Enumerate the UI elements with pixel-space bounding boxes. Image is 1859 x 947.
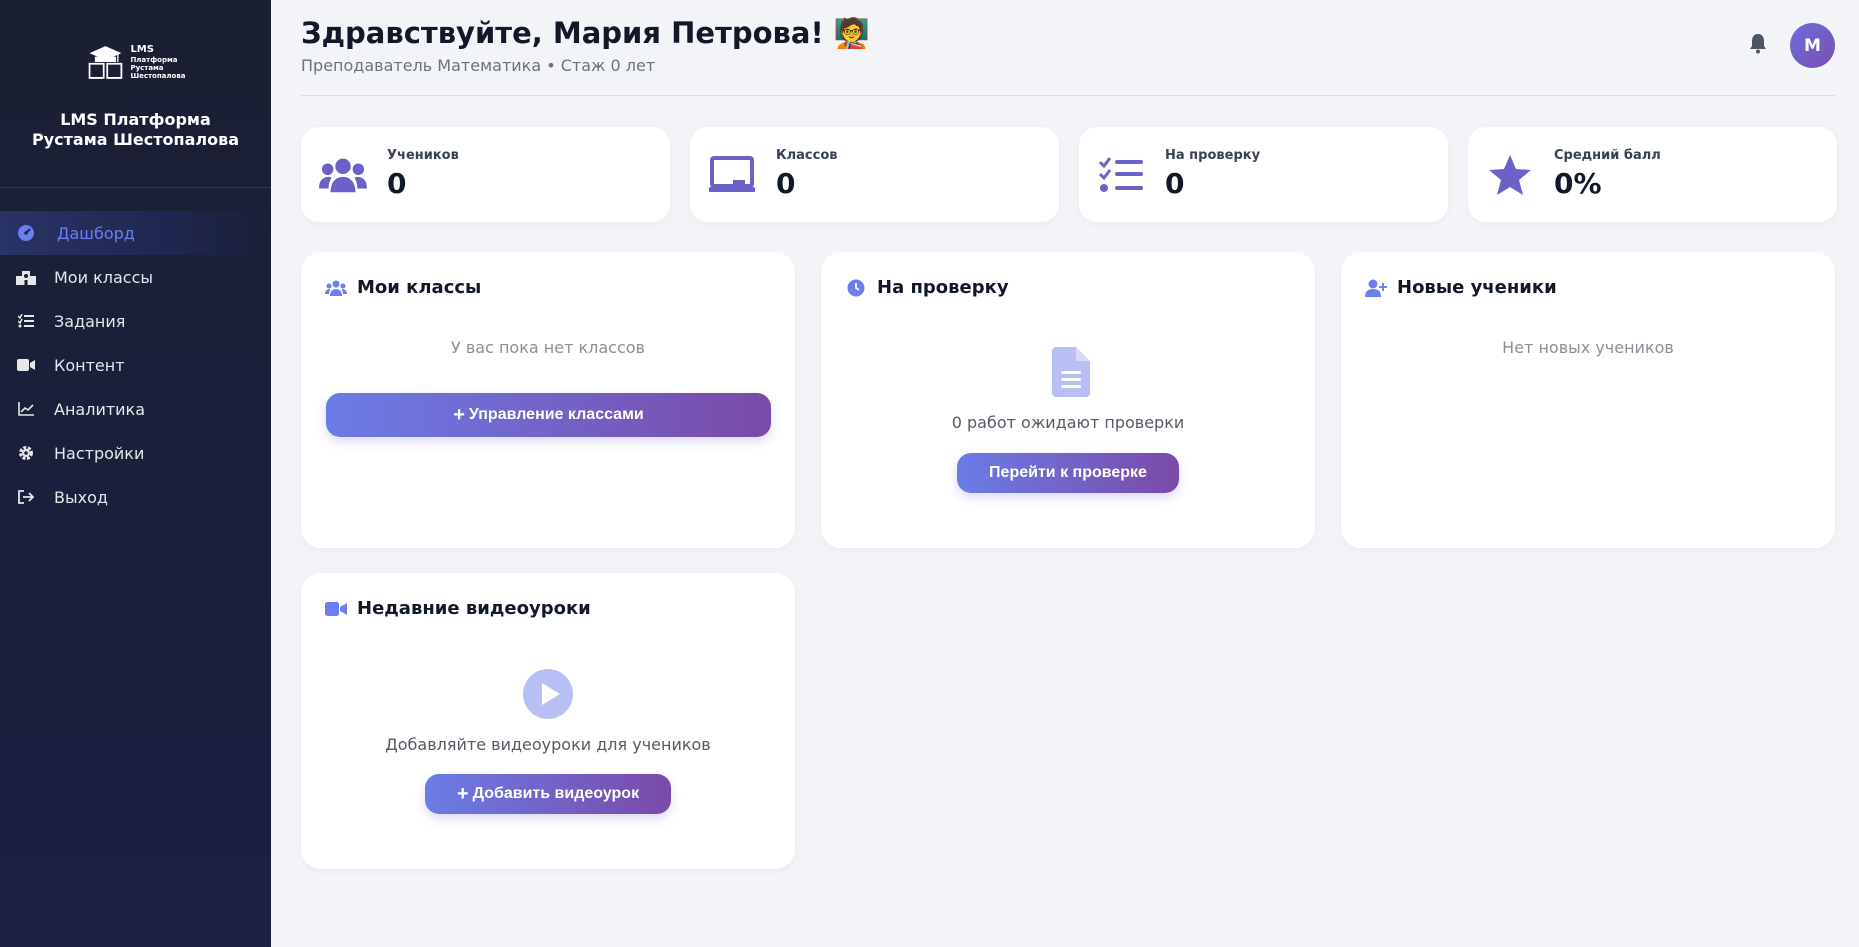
sidebar-item-label: Аналитика <box>54 399 146 419</box>
manage-classes-button[interactable]: + Управление классами <box>326 393 771 437</box>
stat-card-average: Средний балл 0% <box>1468 127 1837 222</box>
users-icon <box>319 154 367 196</box>
video-icon <box>325 599 347 619</box>
stat-card-students: Учеников 0 <box>301 127 670 222</box>
add-video-button[interactable]: + Добавить видеоурок <box>425 774 671 814</box>
stat-value: 0 <box>387 167 407 200</box>
document-icon <box>1052 347 1090 401</box>
bell-icon[interactable] <box>1747 32 1769 54</box>
sidebar-item-logout[interactable]: Выход <box>0 475 271 519</box>
gear-icon <box>16 444 36 462</box>
go-to-review-button[interactable]: Перейти к проверке <box>957 453 1179 493</box>
chalkboard-icon <box>708 154 756 196</box>
users-icon <box>325 278 347 298</box>
recent-videos-card: Недавние видеоуроки Добавляйте видеоурок… <box>301 573 795 869</box>
stat-card-review: На проверку 0 <box>1079 127 1448 222</box>
avatar[interactable]: М <box>1790 23 1835 68</box>
sidebar-item-label: Настройки <box>54 443 145 463</box>
card-title: Недавние видеоуроки <box>325 598 591 619</box>
sidebar: LMS Платформа Рустама Шестопалова LMS Пл… <box>0 0 271 947</box>
clock-icon <box>845 278 867 298</box>
card-title: На проверку <box>845 277 1009 298</box>
review-count-text: 0 работ ожидают проверки <box>951 413 1185 432</box>
logo-icon <box>88 46 122 79</box>
logout-icon <box>16 488 36 506</box>
brand-name: LMS Платформа Рустама Шестопалова <box>31 110 239 149</box>
logo[interactable]: LMS Платформа Рустама Шестопалова <box>86 38 186 86</box>
sidebar-item-settings[interactable]: Настройки <box>0 431 271 475</box>
sidebar-item-label: Задания <box>54 311 126 331</box>
dashboard-icon <box>16 224 36 242</box>
sidebar-item-analytics[interactable]: Аналитика <box>0 387 271 431</box>
sidebar-item-tasks[interactable]: Задания <box>0 299 271 343</box>
tasks-icon <box>16 312 36 330</box>
videos-hint-text: Добавляйте видеоуроки для учеников <box>385 735 711 754</box>
sidebar-item-label: Выход <box>54 487 108 507</box>
stat-label: На проверку <box>1165 148 1261 163</box>
sidebar-item-label: Дашборд <box>57 223 135 243</box>
sidebar-item-label: Контент <box>54 355 125 375</box>
classes-card: Мои классы У вас пока нет классов + Упра… <box>301 252 795 548</box>
empty-state-text: У вас пока нет классов <box>451 338 645 357</box>
sidebar-item-classes[interactable]: Мои классы <box>0 255 271 299</box>
stat-value: 0% <box>1554 167 1602 200</box>
stat-value: 0 <box>1165 167 1185 200</box>
review-card: На проверку 0 работ ожидают проверки Пер… <box>821 252 1315 548</box>
page-subtitle: Преподаватель Математика • Стаж 0 лет <box>301 56 656 75</box>
page-header: Здравствуйте, Мария Петрова! 🧑‍🏫 Препода… <box>301 16 1835 96</box>
school-icon <box>16 268 36 286</box>
star-icon <box>1486 154 1534 196</box>
sidebar-header: LMS Платформа Рустама Шестопалова LMS Пл… <box>0 0 271 188</box>
stat-card-classes: Классов 0 <box>690 127 1059 222</box>
sidebar-item-label: Мои классы <box>54 267 153 287</box>
new-students-card: Новые ученики Нет новых учеников <box>1341 252 1835 548</box>
stat-label: Средний балл <box>1554 148 1661 163</box>
play-circle-icon <box>523 669 573 723</box>
stats-row: Учеников 0 Классов 0 На проверку 0 Средн… <box>301 127 1837 222</box>
video-icon <box>16 356 36 374</box>
plus-icon: + <box>453 404 465 426</box>
main-content: Здравствуйте, Мария Петрова! 🧑‍🏫 Препода… <box>271 0 1859 947</box>
card-title: Новые ученики <box>1365 277 1557 298</box>
empty-state-text: Нет новых учеников <box>1502 338 1674 357</box>
card-title: Мои классы <box>325 277 481 298</box>
stat-label: Классов <box>776 148 838 163</box>
checklist-icon <box>1097 154 1145 196</box>
stat-label: Учеников <box>387 148 459 163</box>
stat-value: 0 <box>776 167 796 200</box>
chart-icon <box>16 400 36 418</box>
sidebar-item-dashboard[interactable]: Дашборд <box>0 211 271 255</box>
plus-icon: + <box>456 783 469 805</box>
sidebar-nav: Дашборд Мои классы Задания Контент Анали… <box>0 211 271 519</box>
user-plus-icon <box>1365 278 1387 298</box>
logo-text: LMS Платформа Рустама Шестопалова <box>130 44 186 80</box>
page-title: Здравствуйте, Мария Петрова! 🧑‍🏫 <box>301 16 870 50</box>
sidebar-item-content[interactable]: Контент <box>0 343 271 387</box>
